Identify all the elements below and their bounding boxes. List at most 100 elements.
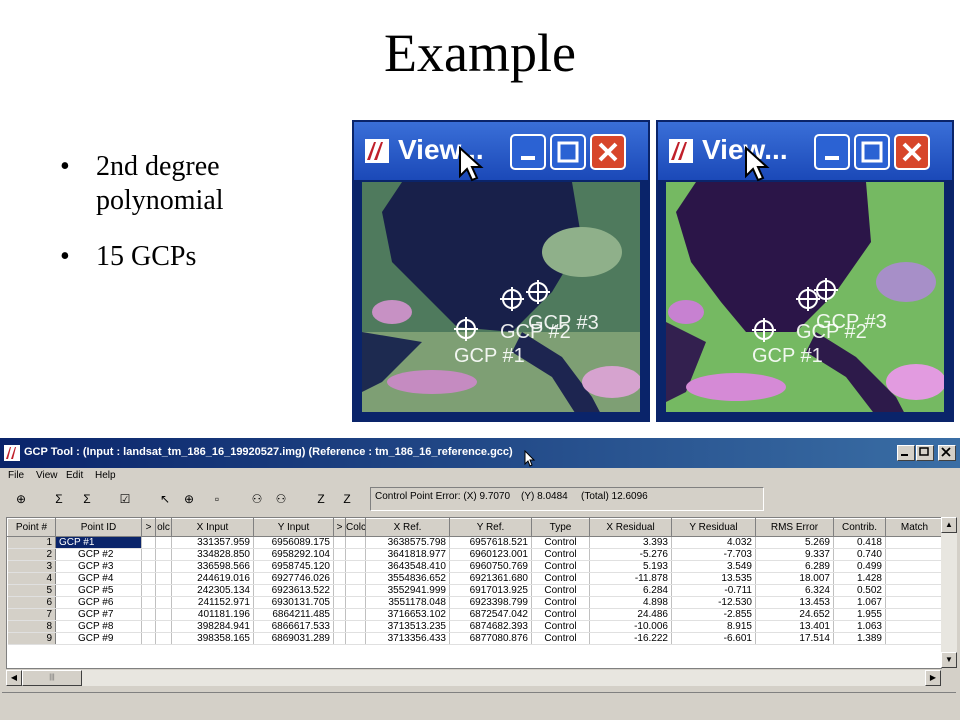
table-cell[interactable]: 24.486	[589, 608, 672, 621]
table-cell[interactable]	[333, 572, 346, 585]
table-cell[interactable]: GCP #7	[55, 608, 142, 621]
table-cell[interactable]: 6958745.120	[253, 560, 334, 573]
globe-tool-icon[interactable]: ⊕	[12, 490, 30, 508]
table-row[interactable]: 1 GCP #1 331357.959 6956089.175 3638575.798 6…	[7, 536, 941, 549]
table-cell[interactable]	[885, 560, 941, 573]
table-cell[interactable]: 6.324	[755, 584, 834, 597]
table-cell[interactable]: GCP #9	[55, 632, 142, 645]
table-cell[interactable]: 336598.566	[171, 560, 254, 573]
table-cell[interactable]: 1.063	[833, 620, 886, 633]
table-cell[interactable]: -0.711	[671, 584, 756, 597]
table-cell[interactable]: -12.530	[671, 596, 756, 609]
table-cell[interactable]	[333, 632, 346, 645]
table-cell[interactable]	[141, 548, 156, 561]
table-cell[interactable]: 3552941.999	[365, 584, 450, 597]
table-cell[interactable]: Control	[531, 608, 590, 621]
table-cell[interactable]	[141, 620, 156, 633]
table-cell[interactable]: Control	[531, 572, 590, 585]
table-cell[interactable]: 8.915	[671, 620, 756, 633]
table-cell[interactable]	[155, 560, 172, 573]
table-cell[interactable]: GCP #3	[55, 560, 142, 573]
table-cell[interactable]	[885, 596, 941, 609]
menu-help[interactable]: Help	[95, 470, 116, 481]
table-cell[interactable]: Control	[531, 560, 590, 573]
table-cell[interactable]: 398358.165	[171, 632, 254, 645]
table-cell[interactable]: 0.740	[833, 548, 886, 561]
table-cell[interactable]: 5	[7, 584, 56, 597]
table-cell[interactable]	[345, 632, 366, 645]
table-cell[interactable]	[141, 572, 156, 585]
column-header[interactable]: Match	[885, 518, 941, 537]
table-cell[interactable]	[155, 536, 172, 549]
table-cell[interactable]	[345, 536, 366, 549]
table-row[interactable]: 4 GCP #4 244619.016 6927746.026 3554836.652 6…	[7, 572, 941, 585]
table-cell[interactable]: 3551178.048	[365, 596, 450, 609]
sigma-auto-icon[interactable]: Σ	[78, 490, 96, 508]
table-cell[interactable]	[155, 632, 172, 645]
table-cell[interactable]: 6923613.522	[253, 584, 334, 597]
table-cell[interactable]: -5.276	[589, 548, 672, 561]
table-cell[interactable]: 398284.941	[171, 620, 254, 633]
table-cell[interactable]: 3713356.433	[365, 632, 450, 645]
checkmark-icon[interactable]: ☑	[116, 490, 134, 508]
table-cell[interactable]: 17.514	[755, 632, 834, 645]
table-cell[interactable]	[345, 620, 366, 633]
table-cell[interactable]: 6956089.175	[253, 536, 334, 549]
table-cell[interactable]: 4.898	[589, 596, 672, 609]
sigma-tool-icon[interactable]: Σ	[50, 490, 68, 508]
column-header[interactable]: Y Ref.	[449, 518, 532, 537]
table-cell[interactable]	[345, 584, 366, 597]
scroll-right-button[interactable]: ▶	[925, 670, 941, 686]
table-cell[interactable]: 6872547.042	[449, 608, 532, 621]
table-cell[interactable]: 4	[7, 572, 56, 585]
table-cell[interactable]: 0.502	[833, 584, 886, 597]
table-cell[interactable]	[155, 608, 172, 621]
table-cell[interactable]: 3.549	[671, 560, 756, 573]
column-header[interactable]: Type	[531, 518, 590, 537]
table-cell[interactable]	[141, 560, 156, 573]
table-cell[interactable]: 3	[7, 560, 56, 573]
table-cell[interactable]: 6864211.485	[253, 608, 334, 621]
minimize-button[interactable]	[510, 134, 546, 170]
table-cell[interactable]	[333, 596, 346, 609]
table-cell[interactable]: 6874682.393	[449, 620, 532, 633]
table-cell[interactable]: 334828.850	[171, 548, 254, 561]
table-cell[interactable]: 2	[7, 548, 56, 561]
table-cell[interactable]: 1.067	[833, 596, 886, 609]
gcp-table[interactable]: Point # Point ID > olc X Input Y Input > Colc X …	[6, 517, 942, 669]
table-cell[interactable]: 3643548.410	[365, 560, 450, 573]
table-cell[interactable]	[885, 584, 941, 597]
table-cell[interactable]: GCP #4	[55, 572, 142, 585]
table-cell[interactable]: 0.499	[833, 560, 886, 573]
minimize-button[interactable]	[897, 445, 915, 461]
viewer-title-bar[interactable]: View...	[354, 122, 648, 182]
column-header[interactable]: >	[141, 518, 156, 537]
table-cell[interactable]	[885, 572, 941, 585]
table-cell[interactable]: GCP #6	[55, 596, 142, 609]
minimize-button[interactable]	[814, 134, 850, 170]
table-cell[interactable]	[345, 572, 366, 585]
column-header[interactable]: Point ID	[55, 518, 142, 537]
maximize-button[interactable]	[916, 445, 934, 461]
menu-edit[interactable]: Edit	[66, 470, 83, 481]
gcp-tool-title-bar[interactable]: GCP Tool : (Input : landsat_tm_186_16_19…	[0, 438, 960, 468]
column-header[interactable]: Y Residual	[671, 518, 756, 537]
column-header[interactable]: Contrib.	[833, 518, 886, 537]
table-cell[interactable]: 6869031.289	[253, 632, 334, 645]
table-cell[interactable]	[345, 560, 366, 573]
column-header[interactable]: X Ref.	[365, 518, 450, 537]
table-cell[interactable]: 6930131.705	[253, 596, 334, 609]
table-cell[interactable]: GCP #8	[55, 620, 142, 633]
table-cell[interactable]	[155, 548, 172, 561]
menu-file[interactable]: File	[8, 470, 24, 481]
table-cell[interactable]: 6	[7, 596, 56, 609]
table-row[interactable]: 5 GCP #5 242305.134 6923613.522 3552941.999 6…	[7, 584, 941, 597]
table-cell[interactable]: 6927746.026	[253, 572, 334, 585]
table-cell[interactable]: 6957618.521	[449, 536, 532, 549]
lock-icon[interactable]: ▫	[208, 490, 226, 508]
table-cell[interactable]: -6.601	[671, 632, 756, 645]
table-cell[interactable]: 6958292.104	[253, 548, 334, 561]
table-cell[interactable]: 13.535	[671, 572, 756, 585]
table-cell[interactable]: 0.418	[833, 536, 886, 549]
table-cell[interactable]: 5.193	[589, 560, 672, 573]
